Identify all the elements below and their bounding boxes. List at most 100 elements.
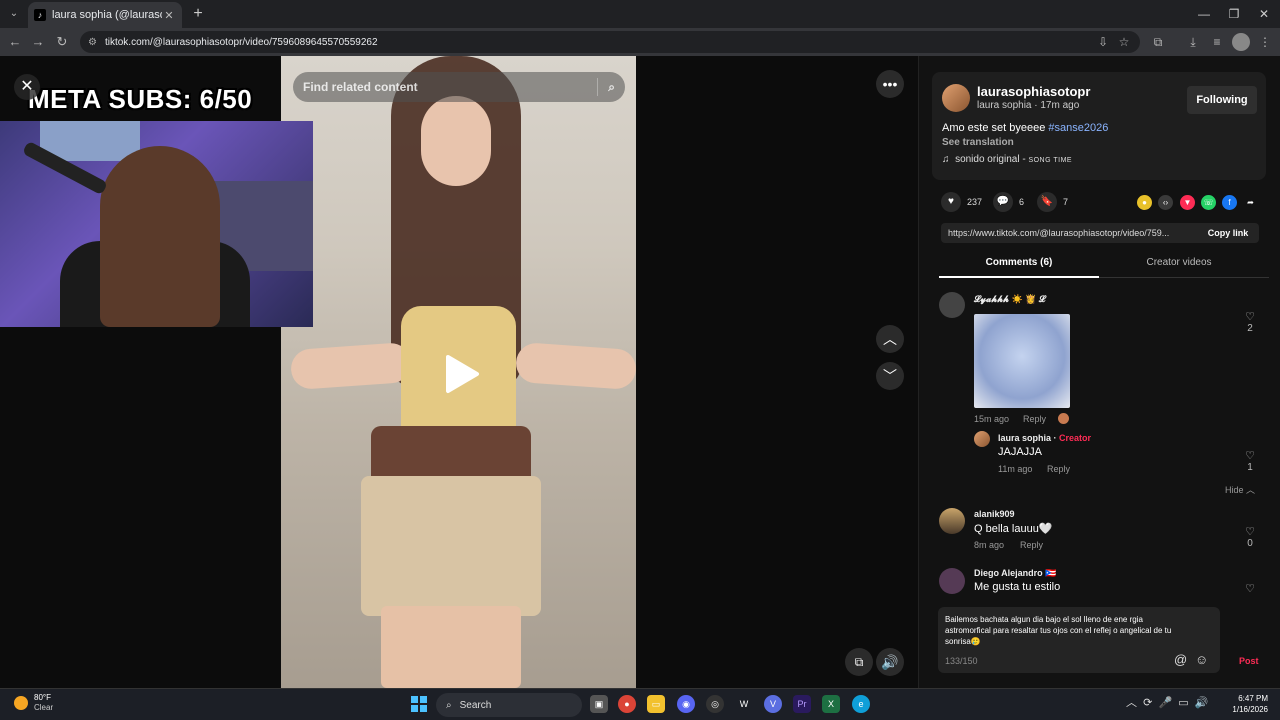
commenter-avatar[interactable] [939,508,965,534]
windows-start-icon[interactable] [411,696,427,712]
commenter-name[interactable]: 𝓛𝔂𝓪𝓱𝓱𝓱 ☀️ 👸 𝓛 [974,294,1045,305]
tab-search-icon[interactable]: ⌄ [6,6,22,22]
commenter-name[interactable]: Diego Alejandro 🇵🇷 [974,568,1056,579]
address-bar[interactable]: ⚙ tiktok.com/@laurasophiasotopr/video/75… [80,31,1140,53]
tab-close-icon[interactable]: ✕ [162,9,176,22]
more-options-icon[interactable]: ••• [876,70,904,98]
browser-tab[interactable]: ♪ laura sophia (@laurasophiasotopr ✕ [28,2,182,28]
browser-menu-icon[interactable]: ⋮ [1256,33,1274,51]
site-info-icon[interactable]: ⚙ [88,37,97,48]
browser-tab-strip: ⌄ ♪ laura sophia (@laurasophiasotopr ✕ +… [0,0,1280,28]
post-comment-button[interactable]: Post [1239,656,1259,666]
heart-icon[interactable]: ♥ [941,192,961,212]
chrome-icon[interactable]: ● [618,695,636,713]
bookmark-star-icon[interactable]: ☆ [1115,33,1133,51]
install-app-icon[interactable]: ⇩ [1094,33,1112,51]
commenter-name[interactable]: alanik909 [974,509,1015,519]
search-icon[interactable]: ⌕ [608,80,615,95]
premiere-icon[interactable]: Pr [793,695,811,713]
file-explorer-icon[interactable]: ▭ [647,695,665,713]
heart-outline-icon[interactable]: ♡ [1245,450,1255,462]
comment-like[interactable]: ♡ 2 [1243,310,1257,334]
bookmark-icon[interactable]: 🔖 [1037,192,1057,212]
next-video-chevron-down-icon[interactable]: ﹀ [876,362,904,390]
reply-like[interactable]: ♡ 1 [1243,449,1257,473]
system-tray[interactable]: ︿ ⟳ 🎤 ▭ 🔊 [1126,694,1208,710]
task-view-icon[interactable]: ▣ [590,695,608,713]
save-action[interactable]: 🔖 7 [1037,192,1068,212]
back-arrow-icon[interactable]: ← [5,32,25,52]
tab-creator-videos[interactable]: Creator videos [1109,252,1249,278]
reply-button[interactable]: Reply [1047,464,1070,474]
minimize-button[interactable]: — [1190,4,1218,24]
like-action[interactable]: ♥ 237 [941,192,982,212]
comment-composer[interactable]: Bailemos bachata algun dia bajo el sol l… [938,607,1220,673]
play-icon[interactable] [444,354,480,394]
reply-button[interactable]: Reply [1023,414,1046,424]
meta-subs-overlay: META SUBS: 6/50 [28,84,253,114]
forward-arrow-icon[interactable]: → [28,32,48,52]
see-translation-link[interactable]: See translation [942,137,1014,148]
extensions-icon[interactable]: ⧉ [1149,33,1167,51]
creator-username[interactable]: laurasophiasotopr [977,84,1090,99]
new-tab-button[interactable]: + [188,4,208,24]
comment-like[interactable]: ♡ [1243,582,1257,595]
previous-video-chevron-up-icon[interactable]: ︿ [876,325,904,353]
creator-avatar[interactable] [942,84,970,112]
caption-text: Amo este set byeeee [942,122,1049,134]
downloads-icon[interactable]: ⤓ [1184,33,1202,51]
facebook-icon[interactable]: f [1222,195,1237,210]
reading-list-icon[interactable]: ≡ [1208,33,1226,51]
commenter-avatar[interactable] [939,568,965,594]
repost-icon[interactable]: ▼ [1180,195,1195,210]
search-divider [597,78,599,96]
reply-avatar[interactable] [974,431,990,447]
following-button[interactable]: Following [1187,86,1257,114]
reply-author-name[interactable]: laura sophia [998,433,1051,443]
hide-label: Hide [1225,485,1244,495]
edge-icon[interactable]: e [852,695,870,713]
tab-comments[interactable]: Comments (6) [939,252,1099,278]
comments-list: 𝓛𝔂𝓪𝓱𝓱𝓱 ☀️ 👸 𝓛 15m ago Reply ♡ 2 laura sop… [929,288,1274,598]
creator-badge: Creator [1059,433,1092,443]
hide-replies-button[interactable]: Hide ︿ [1225,483,1255,496]
embed-code-icon[interactable]: ‹› [1158,195,1173,210]
comment-action[interactable]: 💬 6 [993,192,1024,212]
app-v-icon[interactable]: V [764,695,782,713]
discord-icon[interactable]: ◉ [677,695,695,713]
share-arrow-icon[interactable]: ➦ [1243,195,1258,210]
comment-like-count: 2 [1247,323,1253,334]
coin-share-icon[interactable]: ● [1137,195,1152,210]
close-video-button[interactable]: ✕ [14,74,40,100]
comment-like[interactable]: ♡ 0 [1243,525,1257,549]
whatsapp-icon[interactable]: ☏ [1201,195,1216,210]
comment-bubble-icon[interactable]: 💬 [993,192,1013,212]
copy-link-button[interactable]: Copy link [1197,228,1259,238]
excel-icon[interactable]: X [822,695,840,713]
mention-at-icon[interactable]: @ [1174,652,1187,667]
comment-image[interactable] [974,314,1070,408]
taskbar-search-box[interactable]: ⌕ Search [436,693,582,717]
emoji-icon[interactable]: ☺ [1195,652,1208,667]
profile-avatar[interactable] [1232,33,1250,51]
obs-icon[interactable]: ◎ [706,695,724,713]
picture-in-picture-icon[interactable]: ⧉ [845,648,873,676]
volume-icon[interactable]: 🔊 [876,648,904,676]
maximize-button[interactable]: ❐ [1220,4,1248,24]
reload-icon[interactable]: ↻ [52,32,72,52]
commenter-avatar[interactable] [939,292,965,318]
sound-name: sonido original - [955,154,1029,165]
related-search-input[interactable]: Find related content ⌕ [293,72,625,102]
weather-widget[interactable]: 80°F Clear [14,693,53,713]
reply-button[interactable]: Reply [1020,540,1043,550]
heart-outline-icon[interactable]: ♡ [1245,526,1255,538]
hashtag-link[interactable]: #sanse2026 [1048,122,1108,134]
clock[interactable]: 6:47 PM 1/16/2026 [1224,693,1268,715]
sound-link[interactable]: ♫ sonido original - SONG TIME [942,154,1072,165]
share-url[interactable]: https://www.tiktok.com/@laurasophiasotop… [948,228,1197,238]
app-w-icon[interactable]: W [735,695,753,713]
window-close-button[interactable]: ✕ [1250,4,1278,24]
heart-outline-icon[interactable]: ♡ [1245,583,1255,595]
heart-outline-icon[interactable]: ♡ [1245,311,1255,323]
comment-input-text[interactable]: Bailemos bachata algun dia bajo el sol l… [945,614,1175,647]
